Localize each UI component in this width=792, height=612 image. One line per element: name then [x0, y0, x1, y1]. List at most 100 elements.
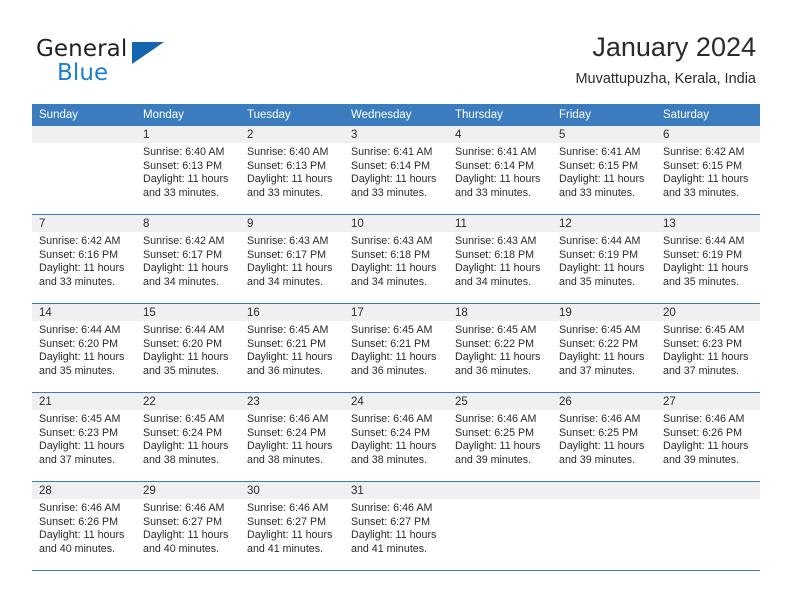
- calendar-cell[interactable]: 27 Sunrise: 6:46 AM Sunset: 6:26 PM Dayligh…: [656, 392, 760, 482]
- generalblue-logo[interactable]: General Blue: [36, 36, 246, 92]
- calendar-cell[interactable]: 2 Sunrise: 6:40 AM Sunset: 6:13 PM Daylight…: [240, 126, 344, 215]
- daylight-text-line1: Daylight: 11 hours: [455, 440, 541, 453]
- day-details: Sunrise: 6:43 AM Sunset: 6:18 PM Daylight:…: [448, 232, 552, 289]
- sunrise-text: Sunrise: 6:45 AM: [247, 324, 329, 336]
- day-number: 4: [448, 126, 552, 143]
- day-details: Sunrise: 6:44 AM Sunset: 6:19 PM Daylight:…: [656, 232, 760, 289]
- daylight-text-line1: Daylight: 11 hours: [559, 173, 645, 186]
- page-title: January 2024: [592, 32, 756, 62]
- calendar-cell[interactable]: 13 Sunrise: 6:44 AM Sunset: 6:19 PM Dayligh…: [656, 214, 760, 304]
- sunset-text: Sunset: 6:27 PM: [351, 515, 431, 528]
- sunrise-text: Sunrise: 6:43 AM: [455, 235, 537, 247]
- day-details: Sunrise: 6:44 AM Sunset: 6:19 PM Daylight:…: [552, 232, 656, 289]
- sunset-text: Sunset: 6:15 PM: [559, 159, 639, 172]
- daylight-text-line1: Daylight: 11 hours: [455, 173, 541, 186]
- daylight-text-line1: Daylight: 11 hours: [39, 529, 125, 542]
- calendar-cell[interactable]: 28 Sunrise: 6:46 AM Sunset: 6:26 PM Dayligh…: [32, 481, 136, 571]
- calendar-cell[interactable]: 19 Sunrise: 6:45 AM Sunset: 6:22 PM Dayligh…: [552, 303, 656, 393]
- day-number: [448, 482, 552, 499]
- calendar-cell[interactable]: 9 Sunrise: 6:43 AM Sunset: 6:17 PM Daylight…: [240, 214, 344, 304]
- calendar-cell[interactable]: 12 Sunrise: 6:44 AM Sunset: 6:19 PM Dayligh…: [552, 214, 656, 304]
- day-number: 24: [344, 393, 448, 410]
- calendar-cell[interactable]: 4 Sunrise: 6:41 AM Sunset: 6:14 PM Daylight…: [448, 126, 552, 215]
- calendar-cell[interactable]: 18 Sunrise: 6:45 AM Sunset: 6:22 PM Dayligh…: [448, 303, 552, 393]
- sunset-text: Sunset: 6:19 PM: [559, 248, 639, 261]
- page-subtitle: Muvattupuzha, Kerala, India: [575, 71, 756, 87]
- sunrise-text: Sunrise: 6:46 AM: [247, 502, 329, 514]
- calendar-cell[interactable]: 5 Sunrise: 6:41 AM Sunset: 6:15 PM Daylight…: [552, 126, 656, 215]
- day-cell: 5 Sunrise: 6:41 AM Sunset: 6:15 PM Daylight…: [552, 126, 656, 214]
- day-cell: 9 Sunrise: 6:43 AM Sunset: 6:17 PM Daylight…: [240, 215, 344, 303]
- calendar-cell[interactable]: 3 Sunrise: 6:41 AM Sunset: 6:14 PM Daylight…: [344, 126, 448, 215]
- calendar-cell: [32, 126, 136, 215]
- calendar-cell[interactable]: 23 Sunrise: 6:46 AM Sunset: 6:24 PM Dayligh…: [240, 392, 344, 482]
- calendar-cell[interactable]: 6 Sunrise: 6:42 AM Sunset: 6:15 PM Daylight…: [656, 126, 760, 215]
- daylight-text-line1: Daylight: 11 hours: [559, 262, 645, 275]
- calendar-cell[interactable]: 1 Sunrise: 6:40 AM Sunset: 6:13 PM Daylight…: [136, 126, 240, 215]
- calendar-week-row: 7 Sunrise: 6:42 AM Sunset: 6:16 PM Daylight…: [32, 214, 760, 304]
- day-details: Sunrise: 6:44 AM Sunset: 6:20 PM Daylight:…: [32, 321, 136, 378]
- daylight-text-line1: Daylight: 11 hours: [247, 351, 333, 364]
- brand-name-general: General: [36, 36, 128, 62]
- calendar-cell[interactable]: 15 Sunrise: 6:44 AM Sunset: 6:20 PM Dayligh…: [136, 303, 240, 393]
- sunrise-text: Sunrise: 6:40 AM: [247, 146, 329, 158]
- day-number: [552, 482, 656, 499]
- calendar-cell[interactable]: 17 Sunrise: 6:45 AM Sunset: 6:21 PM Dayligh…: [344, 303, 448, 393]
- day-details: Sunrise: 6:40 AM Sunset: 6:13 PM Daylight:…: [240, 143, 344, 200]
- daylight-text-line1: Daylight: 11 hours: [663, 351, 749, 364]
- sunset-text: Sunset: 6:17 PM: [143, 248, 223, 261]
- calendar-cell[interactable]: 25 Sunrise: 6:46 AM Sunset: 6:25 PM Dayligh…: [448, 392, 552, 482]
- calendar-cell[interactable]: 8 Sunrise: 6:42 AM Sunset: 6:17 PM Daylight…: [136, 214, 240, 304]
- weekday-header-saturday: Saturday: [656, 104, 760, 126]
- calendar-cell[interactable]: 29 Sunrise: 6:46 AM Sunset: 6:27 PM Dayligh…: [136, 481, 240, 571]
- calendar-week-row: 1 Sunrise: 6:40 AM Sunset: 6:13 PM Daylight…: [32, 126, 760, 215]
- daylight-text-line2: and 34 minutes.: [143, 275, 220, 288]
- calendar-cell[interactable]: 16 Sunrise: 6:45 AM Sunset: 6:21 PM Dayligh…: [240, 303, 344, 393]
- calendar-cell[interactable]: 10 Sunrise: 6:43 AM Sunset: 6:18 PM Dayligh…: [344, 214, 448, 304]
- calendar-cell[interactable]: 14 Sunrise: 6:44 AM Sunset: 6:20 PM Dayligh…: [32, 303, 136, 393]
- day-number: 9: [240, 215, 344, 232]
- sunrise-text: Sunrise: 6:46 AM: [143, 502, 225, 514]
- day-cell: 8 Sunrise: 6:42 AM Sunset: 6:17 PM Daylight…: [136, 215, 240, 303]
- day-cell: 11 Sunrise: 6:43 AM Sunset: 6:18 PM Dayligh…: [448, 215, 552, 303]
- day-number: 2: [240, 126, 344, 143]
- calendar-grid: Sunday Monday Tuesday Wednesday Thursday…: [32, 104, 760, 571]
- calendar-week-row: 21 Sunrise: 6:45 AM Sunset: 6:23 PM Dayligh…: [32, 392, 760, 482]
- day-cell: 22 Sunrise: 6:45 AM Sunset: 6:24 PM Dayligh…: [136, 393, 240, 481]
- triangle-logo-icon: [132, 42, 164, 64]
- calendar-cell[interactable]: 21 Sunrise: 6:45 AM Sunset: 6:23 PM Dayligh…: [32, 392, 136, 482]
- day-details: Sunrise: 6:46 AM Sunset: 6:25 PM Daylight:…: [448, 410, 552, 467]
- calendar-cell[interactable]: 24 Sunrise: 6:46 AM Sunset: 6:24 PM Dayligh…: [344, 392, 448, 482]
- calendar-cell: [448, 481, 552, 571]
- day-number: 13: [656, 215, 760, 232]
- calendar-cell[interactable]: 26 Sunrise: 6:46 AM Sunset: 6:25 PM Dayligh…: [552, 392, 656, 482]
- day-cell: 27 Sunrise: 6:46 AM Sunset: 6:26 PM Dayligh…: [656, 393, 760, 481]
- sunset-text: Sunset: 6:16 PM: [39, 248, 119, 261]
- calendar-cell[interactable]: 7 Sunrise: 6:42 AM Sunset: 6:16 PM Daylight…: [32, 214, 136, 304]
- daylight-text-line2: and 33 minutes.: [663, 186, 740, 199]
- calendar-cell[interactable]: 22 Sunrise: 6:45 AM Sunset: 6:24 PM Dayligh…: [136, 392, 240, 482]
- calendar-cell[interactable]: 11 Sunrise: 6:43 AM Sunset: 6:18 PM Dayligh…: [448, 214, 552, 304]
- day-number: 3: [344, 126, 448, 143]
- day-number: 31: [344, 482, 448, 499]
- sunrise-text: Sunrise: 6:45 AM: [663, 324, 745, 336]
- day-number: 30: [240, 482, 344, 499]
- daylight-text-line2: and 34 minutes.: [247, 275, 324, 288]
- daylight-text-line1: Daylight: 11 hours: [351, 351, 437, 364]
- calendar-cell[interactable]: 20 Sunrise: 6:45 AM Sunset: 6:23 PM Dayligh…: [656, 303, 760, 393]
- day-cell: 18 Sunrise: 6:45 AM Sunset: 6:22 PM Dayligh…: [448, 304, 552, 392]
- day-details: Sunrise: 6:43 AM Sunset: 6:17 PM Daylight:…: [240, 232, 344, 289]
- calendar-cell[interactable]: 31 Sunrise: 6:46 AM Sunset: 6:27 PM Dayligh…: [344, 481, 448, 571]
- sunrise-text: Sunrise: 6:45 AM: [351, 324, 433, 336]
- page-header: General Blue January 2024 Muvattupuzha, …: [0, 0, 792, 104]
- day-cell: 20 Sunrise: 6:45 AM Sunset: 6:23 PM Dayligh…: [656, 304, 760, 392]
- sunset-text: Sunset: 6:26 PM: [663, 426, 743, 439]
- daylight-text-line1: Daylight: 11 hours: [247, 440, 333, 453]
- calendar-cell[interactable]: 30 Sunrise: 6:46 AM Sunset: 6:27 PM Dayligh…: [240, 481, 344, 571]
- day-details: Sunrise: 6:45 AM Sunset: 6:23 PM Daylight:…: [32, 410, 136, 467]
- title-block: January 2024 Muvattupuzha, Kerala, India: [575, 30, 756, 88]
- day-details: Sunrise: 6:45 AM Sunset: 6:24 PM Daylight:…: [136, 410, 240, 467]
- day-details: Sunrise: 6:45 AM Sunset: 6:21 PM Daylight:…: [240, 321, 344, 378]
- daylight-text-line1: Daylight: 11 hours: [663, 440, 749, 453]
- day-details: Sunrise: 6:45 AM Sunset: 6:22 PM Daylight:…: [448, 321, 552, 378]
